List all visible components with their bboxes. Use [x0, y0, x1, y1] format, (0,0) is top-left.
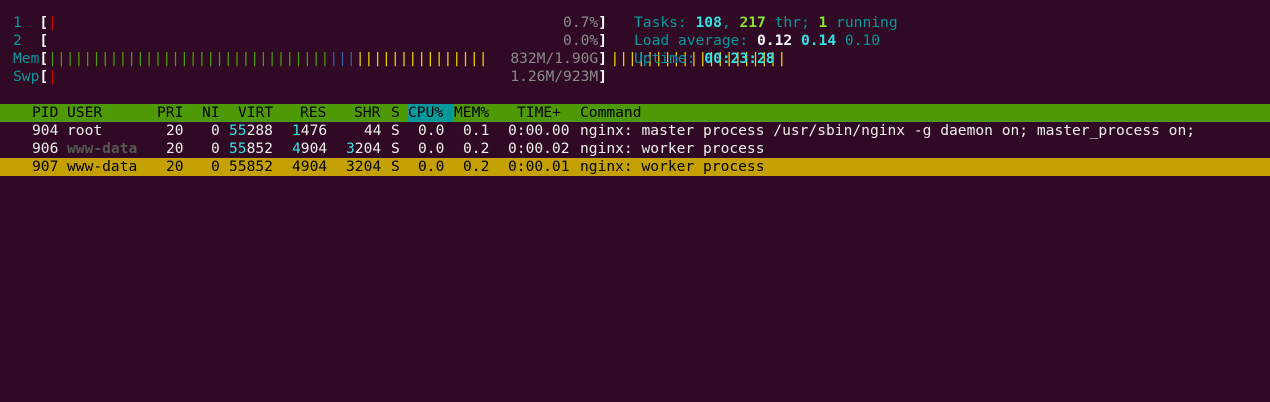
swp-value: 1.26M/923M] [510, 68, 607, 85]
cpu2-meter: 2 [ [13, 32, 49, 49]
col-pri[interactable]: PRI [157, 104, 183, 122]
pri-cell: 20 [166, 140, 184, 157]
ni-cell: 0 [211, 158, 220, 175]
pri-cell: 20 [166, 158, 184, 175]
virt-cell: 55852 [229, 140, 273, 157]
col-time[interactable]: TIME+ [517, 104, 561, 122]
cpu1-value: 0.7%] [563, 14, 607, 31]
command-cell: nginx: master process /usr/sbin/nginx -g… [580, 122, 1196, 139]
user-cell: www-data [67, 158, 138, 175]
time-cell: 0:00.01 [508, 158, 570, 175]
col-command[interactable]: Command [580, 104, 642, 122]
pid-cell: 904 [32, 122, 59, 139]
cpu2-value: 0.0%] [563, 32, 607, 49]
pid-cell: 906 [32, 140, 59, 157]
swp-bar: | [48, 68, 57, 85]
res-cell: 4904 [292, 158, 328, 175]
state-cell: S [391, 122, 400, 139]
cpu-cell: 0.0 [418, 140, 445, 157]
state-cell: S [391, 140, 400, 157]
col-mem[interactable]: MEM% [454, 104, 489, 122]
cpu1-label: 1 [13, 14, 22, 31]
col-shr[interactable]: SHR [354, 104, 380, 122]
swp-label: Swp [13, 68, 40, 85]
pri-cell: 20 [166, 122, 184, 139]
virt-cell: 55852 [229, 158, 273, 175]
col-user[interactable]: USER [67, 104, 102, 122]
command-cell: nginx: worker process [580, 140, 765, 157]
mem-cell: 0.2 [463, 140, 490, 157]
tasks-summary: Tasks: 108, 217 thr; 1 running [634, 14, 898, 31]
user-cell: www-data [67, 140, 138, 157]
command-cell: nginx: worker process [580, 158, 765, 175]
cpu-cell: 0.0 [418, 158, 445, 175]
col-res[interactable]: RES [300, 104, 326, 122]
load-15min: 0.10 [844, 32, 881, 49]
load-1min: 0.12 [757, 32, 793, 49]
cpu1-bar: | [48, 14, 57, 31]
shr-cell: 3204 [346, 158, 382, 175]
res-cell: 1476 [292, 122, 328, 139]
col-cpu-sorted[interactable]: CPU% [408, 104, 453, 122]
shr-cell: 3204 [346, 140, 382, 157]
uptime: Uptime: 00:23:28 [634, 50, 775, 67]
mem-bar-used: |||||||||||||||||||||||||||||||| [48, 50, 330, 67]
state-cell: S [391, 158, 400, 175]
load-5min: 0.14 [800, 32, 837, 49]
cpu1-meter: 1 [| [13, 14, 57, 31]
process-row-selected[interactable]: 907 www-data 20 0 55852 4904 3204 S 0.0 … [0, 158, 1270, 176]
cpu2-label: 2 [13, 32, 22, 49]
tasks-count: 108 [695, 14, 722, 31]
col-state[interactable]: S [391, 104, 400, 122]
pid-cell: 907 [32, 158, 59, 175]
shr-cell: 44 [364, 122, 382, 139]
col-pid[interactable]: PID [32, 104, 58, 122]
user-cell: root [67, 122, 103, 139]
process-row[interactable]: 904 root 20 0 55288 1476 44 S 0.0 0.1 0:… [0, 122, 1270, 140]
ni-cell: 0 [211, 140, 220, 157]
threads-count: 217 [739, 14, 766, 31]
col-ni[interactable]: NI [202, 104, 220, 122]
time-cell: 0:00.00 [508, 122, 570, 139]
uptime-value: 00:23:28 [704, 50, 775, 67]
res-cell: 4904 [292, 140, 328, 157]
mem-value: 832M/1.90G] [490, 50, 607, 68]
col-virt[interactable]: VIRT [238, 104, 273, 122]
column-header: PID USER PRI NI VIRT RES SHR S CPU% MEM%… [0, 104, 1270, 122]
mem-bar-buffers: ||| [329, 50, 356, 67]
mem-cell: 0.1 [463, 122, 490, 139]
load-average: Load average: 0.12 0.14 0.10 [634, 32, 881, 49]
virt-cell: 55288 [229, 122, 273, 139]
ni-cell: 0 [211, 122, 220, 139]
running-count: 1 [818, 14, 828, 31]
swp-meter: Swp[| [13, 68, 57, 85]
process-row[interactable]: 906 www-data 20 0 55852 4904 3204 S 0.0 … [0, 140, 1270, 158]
mem-cell: 0.2 [463, 158, 490, 175]
cpu-cell: 0.0 [418, 122, 445, 139]
time-cell: 0:00.02 [508, 140, 570, 157]
mem-label: Mem [13, 50, 40, 67]
